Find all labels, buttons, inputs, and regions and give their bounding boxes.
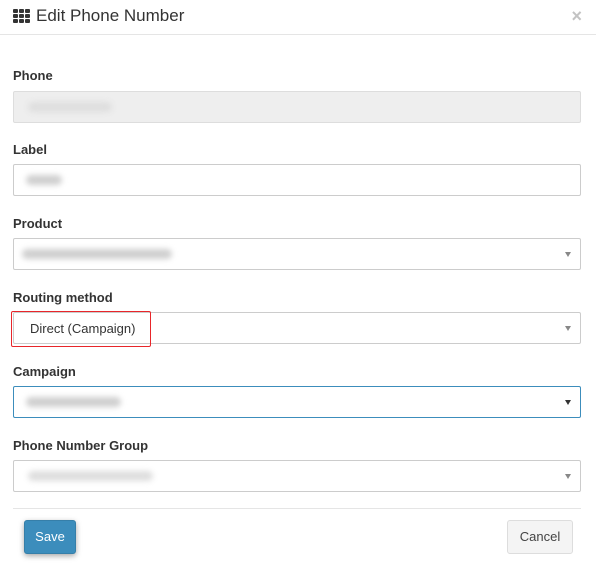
edit-phone-number-modal: Edit Phone Number × Phone Label Product … (0, 0, 596, 578)
phone-input[interactable] (13, 91, 581, 123)
campaign-label: Campaign (13, 364, 76, 379)
caret-down-icon (565, 326, 571, 331)
label-value-redacted (26, 175, 62, 185)
phone-number-group-value-redacted (28, 471, 153, 481)
grid-icon (13, 9, 31, 23)
product-label: Product (13, 216, 63, 231)
campaign-value-redacted (26, 397, 121, 407)
caret-down-icon (565, 400, 571, 405)
campaign-select[interactable] (13, 386, 581, 418)
phone-number-group-select[interactable] (13, 460, 581, 492)
phone-value-redacted (28, 102, 112, 112)
save-button[interactable]: Save (24, 520, 76, 554)
routing-method-select[interactable]: Direct (Campaign) (13, 312, 581, 344)
caret-down-icon (565, 474, 571, 479)
product-value-redacted (22, 249, 172, 259)
label-input[interactable] (13, 164, 581, 196)
label-label: Label (13, 142, 47, 157)
close-icon[interactable]: × (571, 6, 582, 26)
phone-label: Phone (13, 68, 53, 83)
routing-method-label: Routing method (13, 290, 113, 305)
product-select[interactable] (13, 238, 581, 270)
modal-title: Edit Phone Number (36, 6, 185, 25)
cancel-button[interactable]: Cancel (507, 520, 573, 554)
routing-method-value: Direct (Campaign) (30, 321, 136, 336)
modal-header: Edit Phone Number × (0, 0, 596, 35)
phone-number-group-label: Phone Number Group (13, 438, 149, 453)
caret-down-icon (565, 252, 571, 257)
footer-divider (13, 508, 581, 509)
